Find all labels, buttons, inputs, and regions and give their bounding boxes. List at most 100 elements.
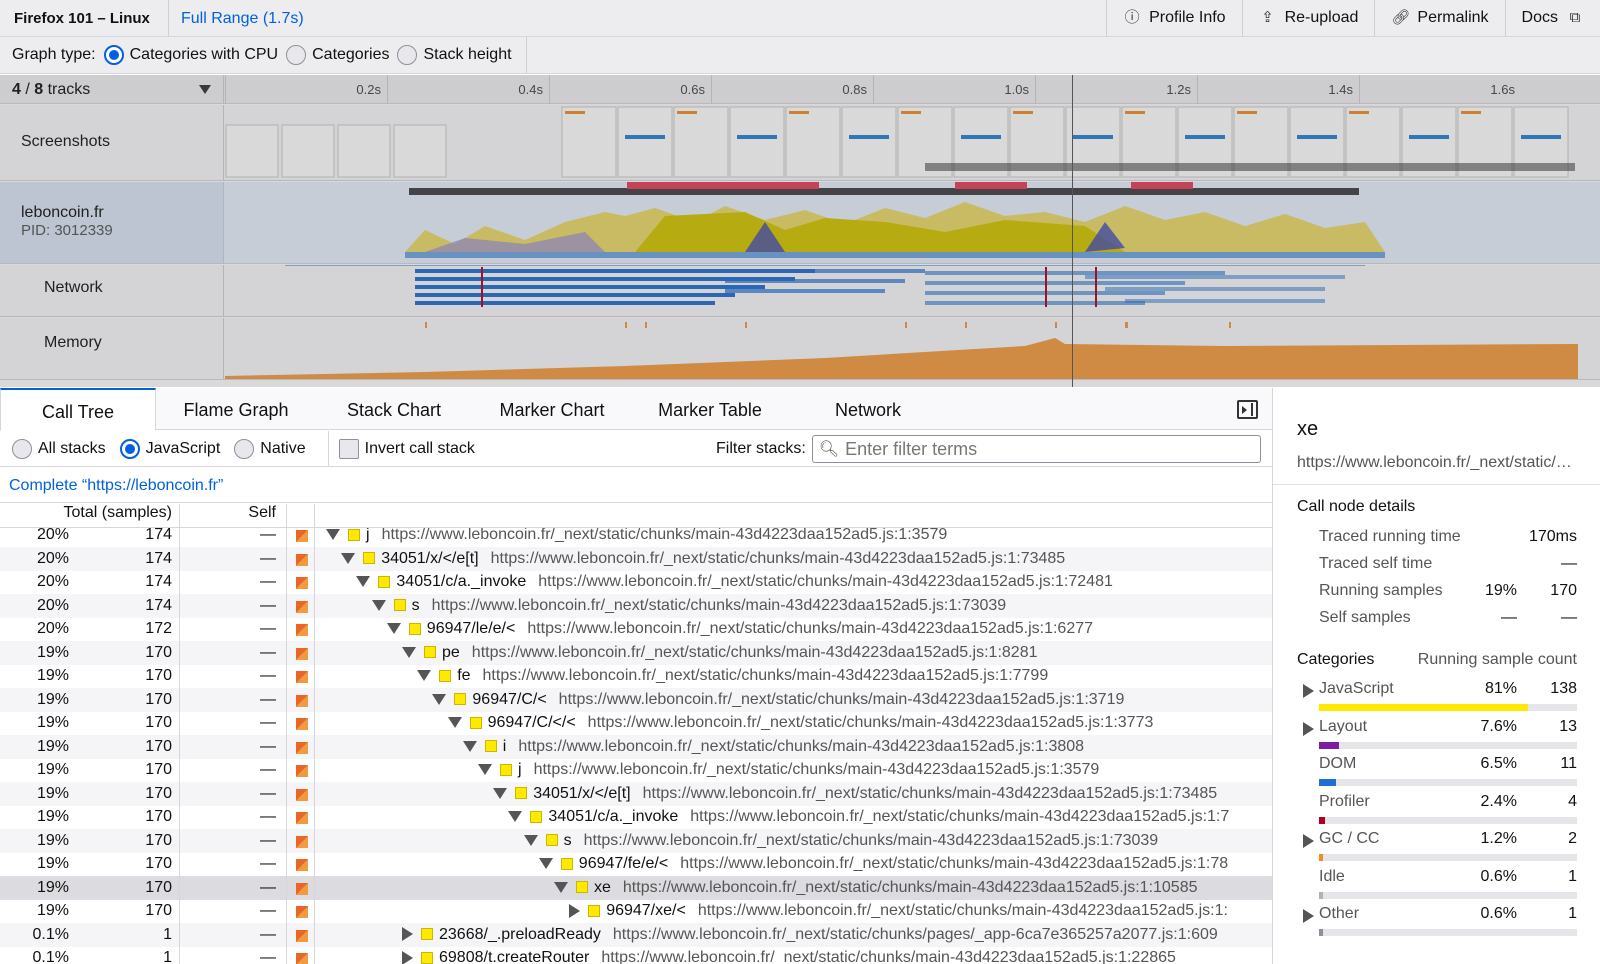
expand-right-icon[interactable] [1303, 834, 1314, 848]
network-track[interactable]: Network [0, 265, 1600, 317]
process-track-label[interactable]: leboncoin.fr PID: 3012339 [0, 182, 224, 263]
table-row[interactable]: 19% 170 — j https://www.leboncoin.fr/_next/s… [0, 758, 1272, 782]
dropdown-icon [199, 85, 211, 94]
category-row[interactable]: GC / CC 1.2% 2 [1297, 830, 1577, 868]
expand-down-icon[interactable] [326, 529, 340, 541]
category-row[interactable]: Other 0.6% 1 [1297, 905, 1577, 943]
reupload-button[interactable]: ⇪ Re-upload [1241, 0, 1375, 37]
category-row[interactable]: Layout 7.6% 13 [1297, 718, 1577, 756]
expand-down-icon[interactable] [554, 881, 568, 893]
tab-network[interactable]: Network [790, 388, 946, 430]
total-samples: 174 [145, 573, 172, 590]
table-row[interactable]: 0.1% 1 — 23668/_.preloadReady https://www.le… [0, 922, 1272, 947]
tab-flame-graph[interactable]: Flame Graph [160, 388, 312, 430]
expand-down-icon[interactable] [386, 623, 401, 635]
table-row[interactable]: 19% 170 — 96947/C/</< https://www.leboncoin.… [0, 711, 1272, 735]
screenshots-track[interactable]: Screenshots [0, 105, 1600, 181]
table-row[interactable]: 19% 170 — i https://www.leboncoin.fr/_next/s… [0, 734, 1272, 759]
category-swatch-icon [469, 716, 482, 729]
expand-down-icon[interactable] [402, 646, 416, 658]
graph-type-radio-categories-cpu[interactable] [103, 45, 124, 65]
track-count-button[interactable]: 4 / 8 tracks [0, 75, 224, 104]
expand-down-icon[interactable] [462, 740, 477, 752]
ruler-tick: 1.4s [1197, 75, 1359, 104]
category-swatch-icon [530, 810, 543, 823]
table-row[interactable]: 19% 170 — pe https://www.leboncoin.fr/_next/… [0, 640, 1272, 665]
function-url: https://www.leboncoin.fr/_next/static/ch… [558, 690, 1125, 708]
expand-down-icon[interactable] [493, 787, 508, 799]
graph-type-radio-stack-height[interactable] [397, 45, 418, 65]
graph-type-radio-categories[interactable] [286, 45, 307, 65]
total-samples: 170 [145, 855, 172, 872]
expand-down-icon[interactable] [417, 670, 432, 682]
category-bar [1319, 704, 1577, 711]
category-name: GC / CC [1319, 830, 1380, 847]
category-swatch-icon [348, 528, 360, 541]
function-name: 96947/xe/< [606, 902, 686, 919]
expand-right-icon[interactable] [569, 903, 581, 918]
docs-button[interactable]: Docs ⧉ [1504, 0, 1600, 37]
table-row[interactable]: 19% 170 — 96947/fe/e/< https://www.leboncoin… [0, 852, 1272, 876]
tab-marker-chart[interactable]: Marker Chart [474, 388, 630, 430]
expand-down-icon[interactable] [371, 599, 386, 611]
profile-info-button[interactable]: ⓘ Profile Info [1106, 0, 1241, 37]
range-breadcrumb[interactable]: Full Range (1.7s) [168, 0, 304, 37]
memory-track[interactable]: Memory [0, 318, 1600, 380]
total-percent: 19% [36, 808, 69, 825]
tab-marker-table[interactable]: Marker Table [632, 388, 788, 430]
table-row[interactable]: 20% 174 — 34051/x/</e[t] https://www.lebonco… [0, 546, 1272, 571]
category-swatch-icon [588, 904, 601, 917]
transform-breadcrumb[interactable]: Complete “https://leboncoin.fr” [0, 468, 1272, 503]
expand-down-icon[interactable] [523, 834, 538, 846]
expand-down-icon[interactable] [478, 764, 492, 776]
activity-graph[interactable] [225, 182, 1578, 263]
table-row[interactable]: 19% 170 — 34051/c/a._invoke https://www.lebo… [0, 805, 1272, 829]
table-row[interactable]: 19% 170 — 96947/C/< https://www.leboncoin.fr… [0, 687, 1272, 712]
expand-down-icon[interactable] [432, 693, 447, 705]
table-row[interactable]: 19% 170 — s https://www.leboncoin.fr/_next/s… [0, 828, 1272, 853]
table-row[interactable]: 0.1% 1 — 69808/t.createRouter https://www.le… [0, 946, 1272, 964]
function-name: fe [457, 667, 471, 684]
table-row[interactable]: 19% 170 — fe https://www.leboncoin.fr/_next/… [0, 664, 1272, 688]
screenshots-strip[interactable] [225, 105, 1578, 180]
table-row[interactable]: 20% 172 — 96947/le/e/< https://www.leboncoin… [0, 617, 1272, 641]
table-row[interactable]: 20% 174 — j https://www.leboncoin.fr/_next/s… [0, 528, 1272, 547]
expand-right-icon[interactable] [402, 927, 413, 942]
sidebar-function-name: xe [1297, 418, 1319, 440]
expand-right-icon[interactable] [1303, 684, 1314, 698]
permalink-button[interactable]: 🔗︎ Permalink [1374, 0, 1504, 37]
function-url: https://www.leboncoin.fr/_next/static/ch… [622, 878, 1198, 896]
category-row: Profiler 2.4% 4 [1297, 793, 1577, 831]
expand-down-icon[interactable] [356, 576, 371, 588]
expand-down-icon[interactable] [447, 717, 462, 729]
table-row[interactable]: 19% 170 — 96947/xe/< https://www.leboncoin.f… [0, 899, 1272, 923]
expand-right-icon[interactable] [402, 950, 413, 964]
table-row[interactable]: 19% 170 — xe https://www.leboncoin.fr/_next/… [0, 875, 1272, 900]
memory-graph[interactable] [225, 318, 1578, 379]
js-category-icon [296, 835, 308, 848]
tab-call-tree[interactable]: Call Tree [0, 388, 156, 431]
sidebar-toggle-icon[interactable] [1237, 400, 1258, 419]
native-radio[interactable] [234, 438, 255, 459]
invert-call-stack-checkbox[interactable] [338, 438, 359, 459]
self-samples: — [260, 573, 276, 590]
expand-down-icon[interactable] [508, 811, 523, 823]
table-row[interactable]: 20% 174 — 34051/c/a._invoke https://www.lebo… [0, 570, 1272, 594]
network-graph[interactable] [225, 265, 1578, 316]
tab-stack-chart[interactable]: Stack Chart [318, 388, 470, 430]
expand-down-icon[interactable] [538, 858, 553, 870]
expand-right-icon[interactable] [1303, 909, 1314, 923]
expand-right-icon[interactable] [1303, 721, 1314, 736]
expand-down-icon[interactable] [341, 552, 356, 564]
call-tree-rows[interactable]: 20% 174 — j https://www.leboncoin.fr/_next/s… [0, 528, 1272, 964]
javascript-radio[interactable] [119, 438, 140, 459]
table-row[interactable]: 20% 174 — s https://www.leboncoin.fr/_next/s… [0, 593, 1272, 618]
table-row[interactable]: 19% 170 — 34051/x/</e[t] https://www.lebonco… [0, 781, 1272, 806]
filter-stacks-input[interactable]: 🔍︎ Enter filter terms [811, 435, 1261, 463]
js-category-icon [296, 718, 308, 730]
all-stacks-radio[interactable] [12, 438, 32, 459]
app-title: Firefox 101 – Linux [14, 9, 150, 27]
category-row[interactable]: JavaScript 81% 138 [1297, 680, 1577, 718]
function-name: 96947/C/</< [487, 714, 576, 731]
process-track[interactable]: leboncoin.fr PID: 3012339 [0, 182, 1600, 264]
